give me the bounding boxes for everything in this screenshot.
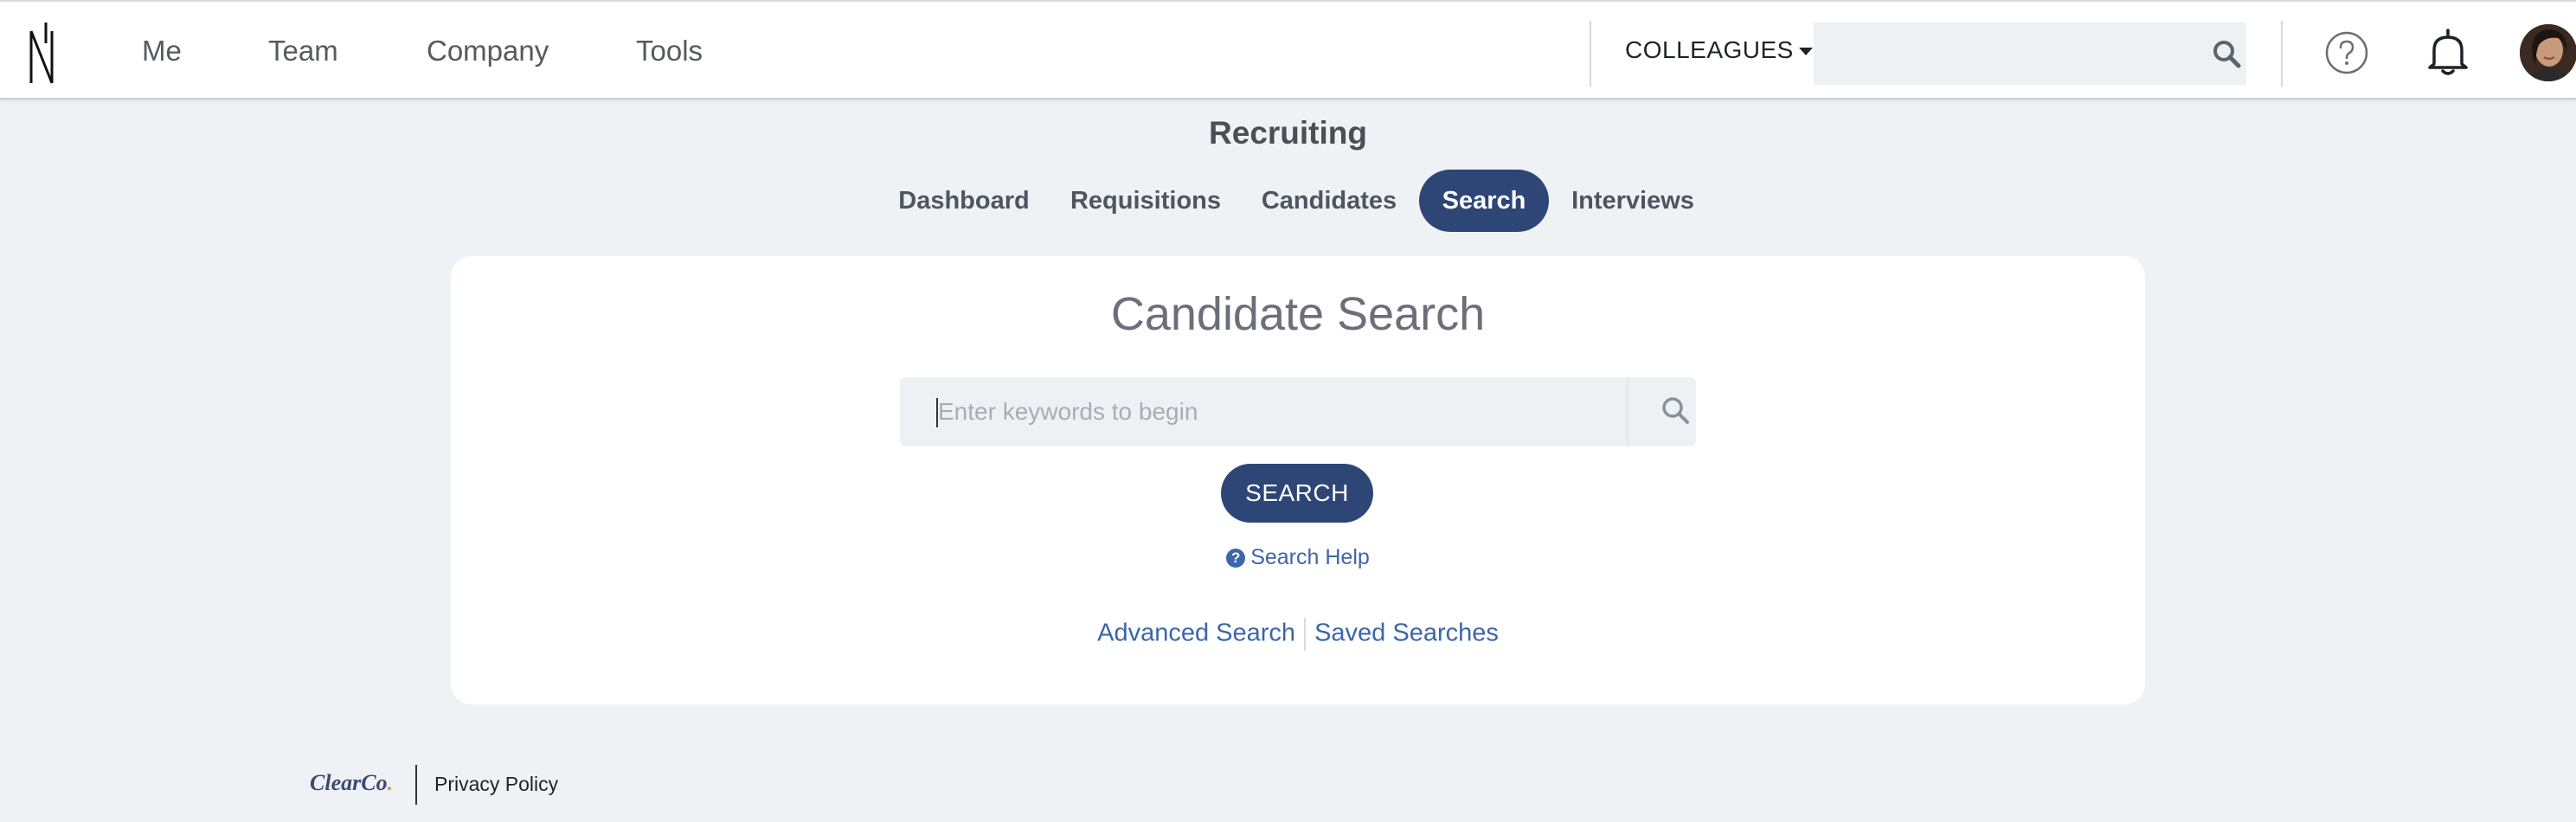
nav-divider xyxy=(1590,21,1591,87)
search-help-label: Search Help xyxy=(1250,545,1370,569)
privacy-policy-link[interactable]: Privacy Policy xyxy=(434,773,558,796)
search-links: Advanced Search Saved Searches xyxy=(451,618,2145,651)
top-navigation-bar: Me Team Company Tools COLLEAGUES xyxy=(0,0,2576,100)
avatar[interactable] xyxy=(2520,24,2576,81)
keyword-search-input[interactable] xyxy=(900,377,1627,446)
nav-link-me[interactable]: Me xyxy=(142,35,182,67)
candidate-search-card: Candidate Search SEARCH ?Search Help Adv… xyxy=(451,256,2145,704)
question-icon: ? xyxy=(1226,549,1246,568)
page-title: Recruiting xyxy=(1209,115,1367,151)
card-title: Candidate Search xyxy=(1110,288,1486,340)
global-search-input[interactable] xyxy=(1814,22,2246,85)
tab-requisitions[interactable]: Requisitions xyxy=(1066,170,1225,232)
logo-dot: . xyxy=(387,770,394,795)
bell-icon[interactable] xyxy=(2423,28,2473,78)
nav-link-company[interactable]: Company xyxy=(427,35,549,67)
tab-candidates[interactable]: Candidates xyxy=(1258,170,1400,232)
search-divider xyxy=(1627,377,1628,446)
colleagues-label: COLLEAGUES xyxy=(1625,36,1794,63)
chevron-down-icon xyxy=(1798,48,1813,56)
keyword-search-box xyxy=(900,377,1696,446)
tab-dashboard[interactable]: Dashboard xyxy=(891,170,1037,232)
search-icon[interactable] xyxy=(1660,395,1691,426)
search-icon[interactable] xyxy=(2212,39,2241,68)
search-button[interactable]: SEARCH xyxy=(1221,464,1373,523)
help-circle-icon[interactable] xyxy=(2324,30,2369,75)
user-photo xyxy=(2520,24,2576,81)
section-tabs: Dashboard Requisitions Candidates Search… xyxy=(0,170,2576,235)
saved-searches-link[interactable]: Saved Searches xyxy=(1314,620,1499,647)
footer-divider xyxy=(415,765,417,805)
nav-link-tools[interactable]: Tools xyxy=(636,35,703,67)
tab-search[interactable]: Search xyxy=(1419,170,1549,232)
search-help-link[interactable]: ? Search Help xyxy=(451,545,2145,570)
link-divider xyxy=(1304,618,1307,651)
colleagues-dropdown[interactable]: COLLEAGUES xyxy=(1625,36,1813,64)
advanced-search-link[interactable]: Advanced Search xyxy=(1097,620,1295,647)
nav-link-team[interactable]: Team xyxy=(268,35,338,67)
nav-divider xyxy=(2281,21,2283,87)
tab-interviews[interactable]: Interviews xyxy=(1568,170,1698,232)
footer-logo-text: ClearCo xyxy=(310,770,388,795)
footer-logo: ClearCo. xyxy=(310,770,393,796)
app-logo-icon[interactable] xyxy=(26,21,61,85)
text-cursor xyxy=(936,398,938,427)
